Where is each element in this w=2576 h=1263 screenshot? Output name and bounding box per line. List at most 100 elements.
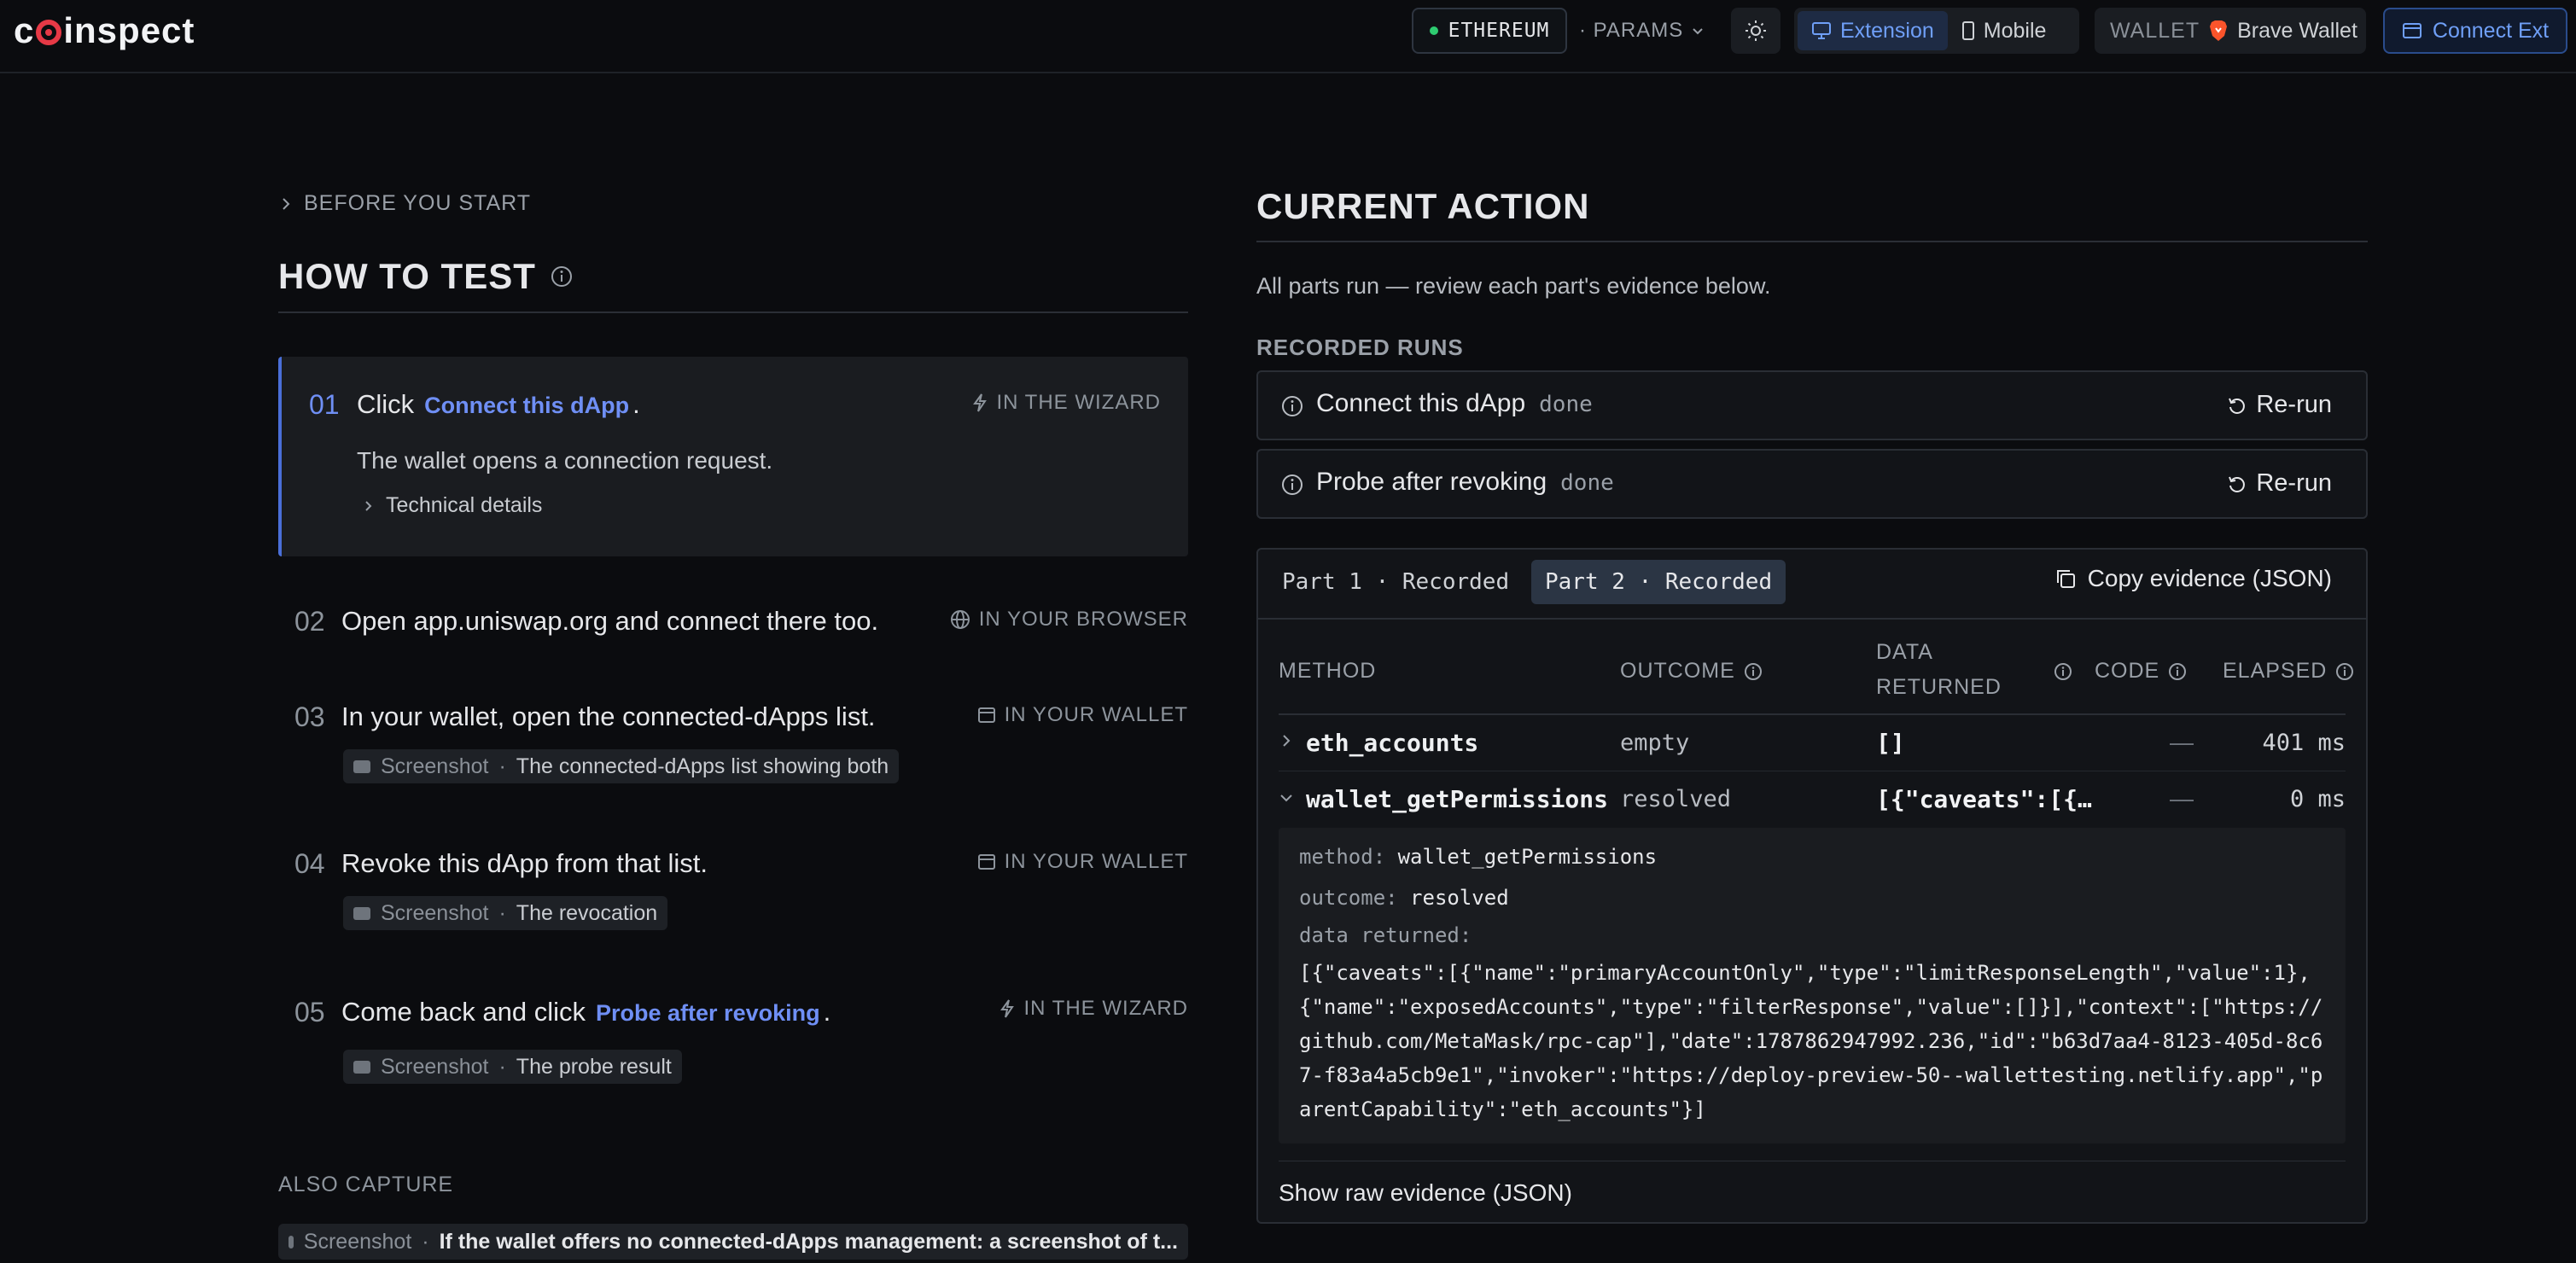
chip-separator: ·	[498, 900, 506, 925]
info-icon[interactable]	[550, 265, 574, 288]
detail-key: method:	[1299, 845, 1386, 869]
globe-icon	[950, 610, 970, 629]
also-capture-chip[interactable]: Screenshot · If the wallet offers no con…	[278, 1224, 1188, 1260]
row-code: —	[2170, 785, 2194, 812]
step-number: 02	[294, 606, 325, 637]
mode-extension-button[interactable]: Extension	[1798, 11, 1948, 50]
chip-kind: Screenshot	[381, 754, 489, 778]
step-text: Revoke this dApp from that list.	[341, 848, 708, 878]
chip-value: The probe result	[516, 1054, 672, 1079]
step-title: In your wallet, open the connected-dApps…	[341, 701, 876, 732]
chip-separator: ·	[422, 1229, 429, 1254]
row-method[interactable]: wallet_getPermissions	[1306, 785, 1608, 813]
lightning-icon	[973, 393, 988, 412]
run-name-group: Connect this dApp done	[1316, 389, 1593, 418]
sun-icon	[1746, 20, 1766, 41]
chevron-down-icon[interactable]	[1279, 792, 1294, 804]
params-dropdown[interactable]: · PARAMS	[1577, 8, 1714, 54]
screenshot-chip[interactable]: Screenshot · The connected-dApps list sh…	[343, 749, 900, 783]
step-location: IN YOUR BROWSER	[950, 608, 1188, 632]
step-title: Revoke this dApp from that list.	[341, 848, 708, 879]
step-location-label: IN THE WIZARD	[1023, 997, 1188, 1020]
chevron-right-icon	[365, 500, 372, 511]
column-header-outcome-label: OUTCOME	[1620, 659, 1735, 683]
screenshot-chip[interactable]: Screenshot · The revocation	[343, 896, 668, 930]
step-location-label: IN YOUR WALLET	[1004, 703, 1188, 726]
recorded-run: Probe after revoking done Re-run	[1256, 449, 2368, 519]
detail-key: outcome:	[1299, 886, 1398, 910]
step-location-label: IN YOUR BROWSER	[978, 608, 1188, 631]
before-you-start-toggle[interactable]: BEFORE YOU START	[280, 191, 531, 216]
step-number: 04	[294, 848, 325, 879]
step-suffix: .	[823, 997, 831, 1027]
row-method[interactable]: eth_accounts	[1306, 729, 1478, 757]
chevron-right-icon[interactable]	[1280, 733, 1292, 748]
recorded-run: Connect this dApp done Re-run	[1256, 370, 2368, 440]
table-header-divider	[1279, 713, 2346, 715]
detail-method: method: wallet_getPermissions	[1299, 845, 1657, 869]
step-location: IN THE WIZARD	[1000, 997, 1188, 1021]
mode-switcher: Extension Mobile	[1794, 8, 2079, 54]
step-01: 01 Click Connect this dApp. IN THE WIZAR…	[278, 357, 1188, 556]
rerun-button[interactable]: Re-run	[2227, 391, 2332, 419]
chip-value: If the wallet offers no connected-dApps …	[439, 1229, 1178, 1254]
step-title: Click Connect this dApp.	[357, 389, 640, 420]
step-number: 05	[294, 997, 325, 1027]
column-header-method: METHOD	[1279, 659, 1377, 683]
wallet-name: Brave Wallet	[2237, 18, 2357, 43]
how-to-test-heading: HOW TO TEST	[278, 256, 574, 297]
monitor-icon	[1812, 22, 1831, 39]
technical-details-toggle[interactable]: Technical details	[364, 493, 542, 518]
screenshot-chip[interactable]: Screenshot · The probe result	[343, 1050, 682, 1084]
row-data: [{"caveats":[{…	[1876, 785, 2092, 813]
coinspect-logo[interactable]: c inspect	[14, 10, 195, 51]
chip-separator: ·	[498, 1054, 506, 1079]
tab-part-2[interactable]: Part 2 · Recorded	[1531, 560, 1786, 604]
info-icon[interactable]	[2335, 662, 2354, 681]
wallet-selector[interactable]: WALLET Brave Wallet	[2095, 8, 2366, 54]
how-to-test-title: HOW TO TEST	[278, 256, 536, 296]
row-detail: method: wallet_getPermissions outcome: r…	[1279, 828, 2346, 1144]
detail-key: data returned:	[1299, 923, 1472, 947]
rerun-label: Re-run	[2256, 391, 2332, 418]
params-label: · PARAMS	[1579, 19, 1684, 42]
info-icon[interactable]	[1744, 662, 1763, 681]
camera-icon	[288, 1235, 294, 1248]
column-header-outcome: OUTCOME	[1620, 659, 1763, 684]
probe-after-revoking-link[interactable]: Probe after revoking	[596, 1000, 820, 1027]
rerun-button[interactable]: Re-run	[2227, 469, 2332, 498]
step-location: IN THE WIZARD	[972, 391, 1161, 415]
info-icon[interactable]	[2168, 662, 2187, 681]
step-location: IN YOUR WALLET	[977, 703, 1188, 727]
step-location: IN YOUR WALLET	[977, 850, 1188, 874]
run-name: Probe after revoking	[1316, 468, 1547, 496]
camera-icon	[353, 760, 370, 773]
show-raw-evidence-link[interactable]: Show raw evidence (JSON)	[1279, 1179, 1572, 1207]
row-elapsed: 401 ms	[2262, 730, 2346, 756]
mode-mobile-button[interactable]: Mobile	[1948, 11, 2060, 50]
row-data: []	[1876, 729, 1905, 757]
current-action-title: CURRENT ACTION	[1256, 186, 1590, 226]
column-header-code: CODE	[2095, 659, 2187, 684]
brave-lion-icon	[2210, 20, 2228, 41]
copy-icon	[2056, 570, 2075, 588]
info-icon[interactable]	[2054, 662, 2072, 681]
info-icon[interactable]	[1280, 473, 1304, 497]
connect-extension-button[interactable]: Connect Ext	[2383, 8, 2567, 54]
phone-icon	[1961, 21, 1974, 40]
connect-dapp-link[interactable]: Connect this dApp	[424, 393, 629, 419]
detail-value: wallet_getPermissions	[1397, 845, 1658, 869]
copy-evidence-button[interactable]: Copy evidence (JSON)	[2054, 565, 2332, 592]
step-text: Come back and click	[341, 997, 586, 1027]
theme-toggle-button[interactable]	[1731, 8, 1780, 54]
also-capture-label: ALSO CAPTURE	[278, 1173, 454, 1196]
info-icon[interactable]	[1280, 394, 1304, 418]
step-location-label: IN YOUR WALLET	[1004, 850, 1188, 873]
network-label: ETHEREUM	[1448, 20, 1550, 42]
row-outcome: empty	[1620, 730, 1690, 756]
wallet-icon	[977, 707, 995, 723]
network-selector[interactable]: ETHEREUM	[1412, 8, 1567, 54]
detail-value: resolved	[1410, 886, 1509, 910]
chevron-down-icon	[1693, 28, 1703, 35]
tab-part-1[interactable]: Part 1 · Recorded	[1270, 560, 1521, 604]
